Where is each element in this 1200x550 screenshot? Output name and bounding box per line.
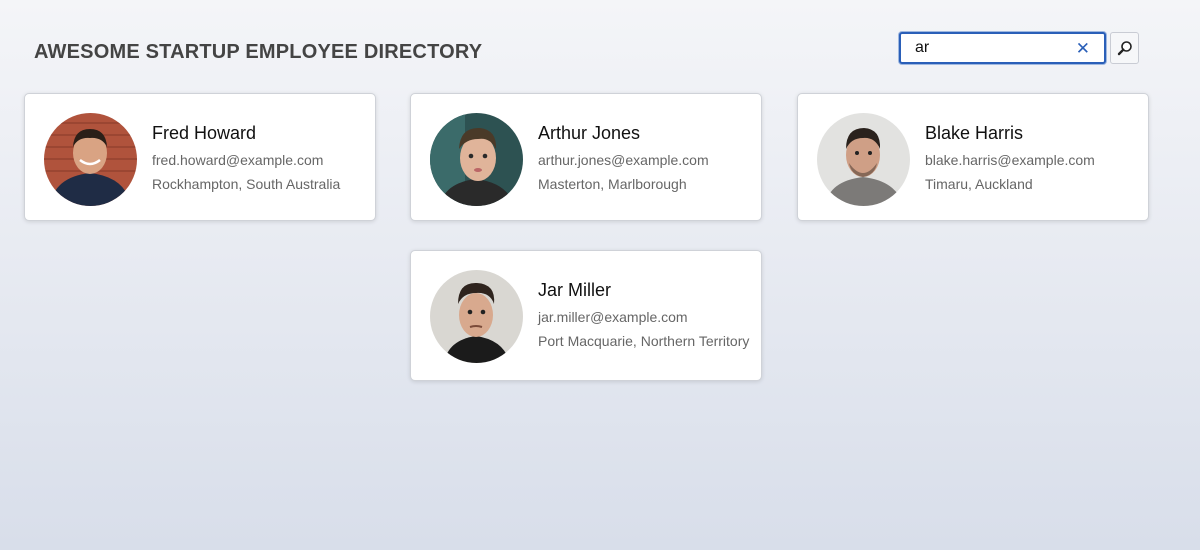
search-button[interactable] <box>1110 32 1139 64</box>
employee-location: Timaru, Auckland <box>925 176 1033 192</box>
search-input[interactable] <box>901 34 1071 62</box>
employee-name: Jar Miller <box>538 280 612 300</box>
page-title: AWESOME STARTUP EMPLOYEE DIRECTORY <box>34 41 483 63</box>
avatar <box>430 270 523 363</box>
employee-name: Fred Howard <box>152 123 257 143</box>
directory-page: AWESOME STARTUP EMPLOYEE DIRECTORY ✕ <box>0 0 1200 550</box>
search-icon <box>1117 41 1132 56</box>
close-icon[interactable]: ✕ <box>1076 39 1090 59</box>
search-form: ✕ <box>899 32 1139 64</box>
employee-location: Port Macquarie, Northern Territory <box>538 333 750 349</box>
employee-email: blake.harris@example.com <box>925 152 1095 168</box>
employee-location: Rockhampton, South Australia <box>152 176 341 192</box>
employee-name: Arthur Jones <box>538 123 641 143</box>
employee-name: Blake Harris <box>925 123 1024 143</box>
employee-card[interactable]: Fred Howard fred.howard@example.com Rock… <box>24 93 376 221</box>
employee-location: Masterton, Marlborough <box>538 176 687 192</box>
search-field[interactable]: ✕ <box>899 32 1106 64</box>
avatar <box>430 113 523 206</box>
employee-card[interactable]: Arthur Jones arthur.jones@example.com Ma… <box>410 93 762 221</box>
avatar <box>44 113 137 206</box>
employee-email: fred.howard@example.com <box>152 152 324 168</box>
employee-card[interactable]: Jar Miller jar.miller@example.com Port M… <box>410 250 762 381</box>
employee-email: jar.miller@example.com <box>538 309 688 325</box>
employee-card[interactable]: Blake Harris blake.harris@example.com Ti… <box>797 93 1149 221</box>
employee-email: arthur.jones@example.com <box>538 152 709 168</box>
avatar <box>817 113 910 206</box>
